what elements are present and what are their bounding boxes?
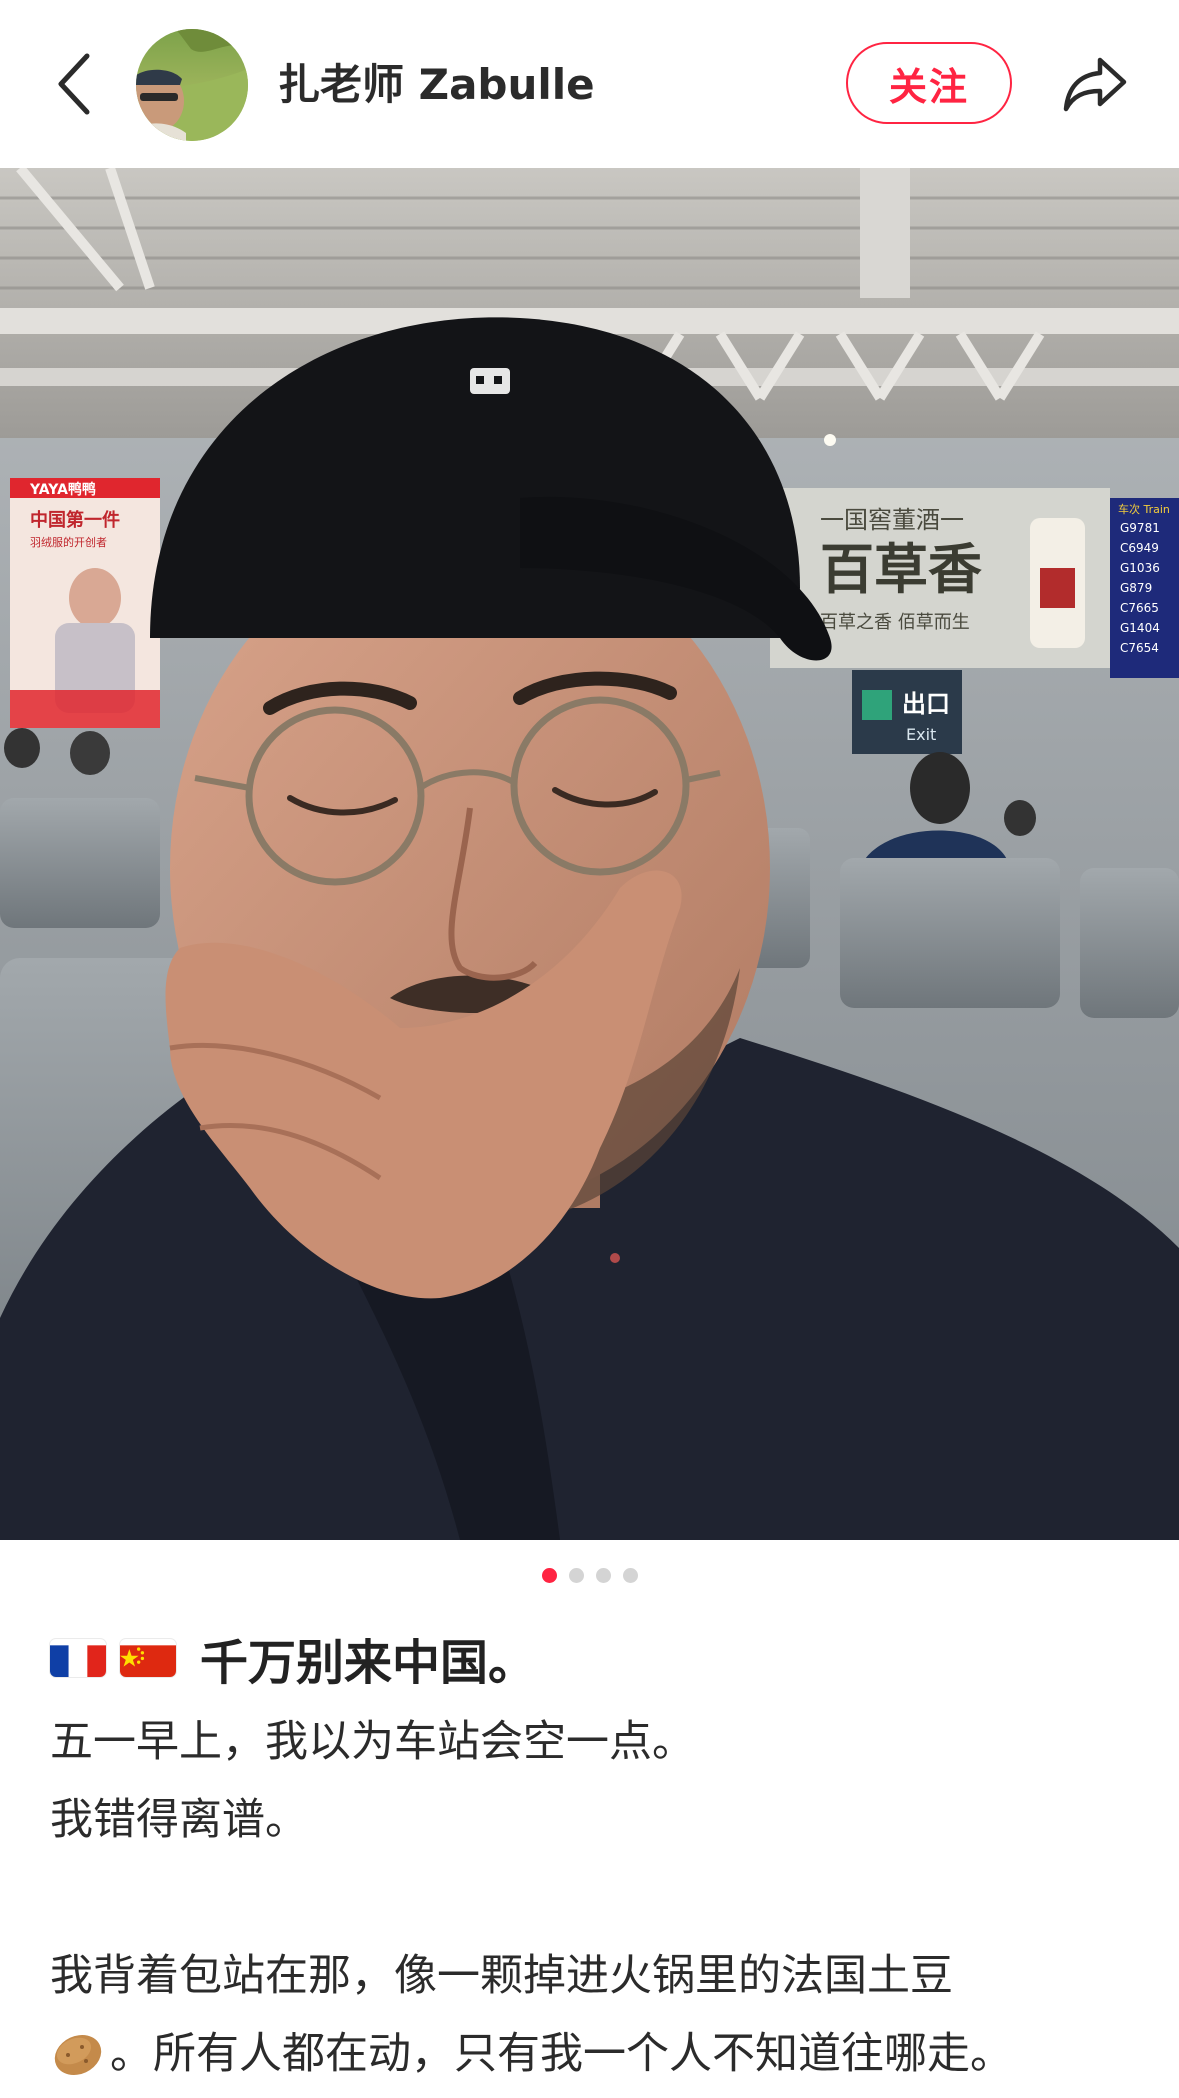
left-advert: YAYA鸭鸭 中国第一件 羽绒服的开创者 [10,478,160,728]
svg-text:C7665: C7665 [1120,601,1159,615]
carousel-dot[interactable] [568,1568,584,1583]
exit-sign: 出口 Exit [852,670,962,754]
svg-text:C6949: C6949 [1120,541,1159,555]
note-body-last-text: 。所有人都在动，只有我一个人不知道往哪走。 [110,2029,1013,2079]
potato-icon [50,2025,106,2081]
svg-text:出口: 出口 [902,690,950,718]
svg-text:一国窖董酒一: 一国窖董酒一 [820,506,964,534]
svg-text:Exit: Exit [906,725,936,744]
note-body-line-last: 。所有人都在动，只有我一个人不知道往哪走。 [50,2024,1013,2085]
station-selfie-image: YAYA鸭鸭 中国第一件 羽绒服的开创者 一国窖董酒一 百草香 百草之香 佰草而… [0,168,1179,1540]
svg-text:车次 Train: 车次 Train [1118,502,1170,516]
svg-text:G9781: G9781 [1120,521,1160,535]
share-icon [1063,57,1127,112]
note-title-text: 千万别来中国。 [200,1635,537,1691]
share-button[interactable] [1050,44,1140,124]
svg-text:YAYA鸭鸭: YAYA鸭鸭 [29,481,96,498]
note-body-line: 我错得离谱。 [50,1795,308,1845]
svg-text:中国第一件: 中国第一件 [30,509,120,531]
carousel-dot[interactable] [541,1568,557,1583]
note-photo[interactable]: YAYA鸭鸭 中国第一件 羽绒服的开创者 一国窖董酒一 百草香 百草之香 佰草而… [0,168,1179,1540]
carousel-indicator [0,1568,1179,1590]
note-body-line: 五一早上，我以为车站会空一点。 [50,1717,695,1767]
author-name[interactable]: 扎老师 Zabulle [278,55,595,115]
svg-text:C7654: C7654 [1120,641,1159,655]
follow-button[interactable]: 关注 [846,42,1012,124]
chevron-left-icon [58,53,90,115]
note-body-line: 我背着包站在那，像一颗掉进火锅里的法国土豆 [50,1951,953,2001]
train-board: 车次 Train G9781 C6949 G1036 G879 C7665 G1… [1110,498,1179,678]
svg-text:百草香: 百草香 [820,538,982,601]
svg-text:百草之香 佰草而生: 百草之香 佰草而生 [820,612,970,633]
flag-china-icon [120,1639,176,1677]
flag-france-icon [50,1639,106,1677]
svg-text:G879: G879 [1120,581,1152,595]
carousel-dot[interactable] [622,1568,638,1583]
carousel-dot[interactable] [595,1568,611,1583]
note-header: 扎老师 Zabulle 关注 [0,0,1179,168]
svg-text:G1404: G1404 [1120,621,1160,635]
author-avatar[interactable] [136,29,248,141]
svg-text:羽绒服的开创者: 羽绒服的开创者 [30,535,107,549]
back-button[interactable] [40,44,110,124]
note-title: 千万别来中国。 [50,1622,536,1694]
svg-text:G1036: G1036 [1120,561,1160,575]
